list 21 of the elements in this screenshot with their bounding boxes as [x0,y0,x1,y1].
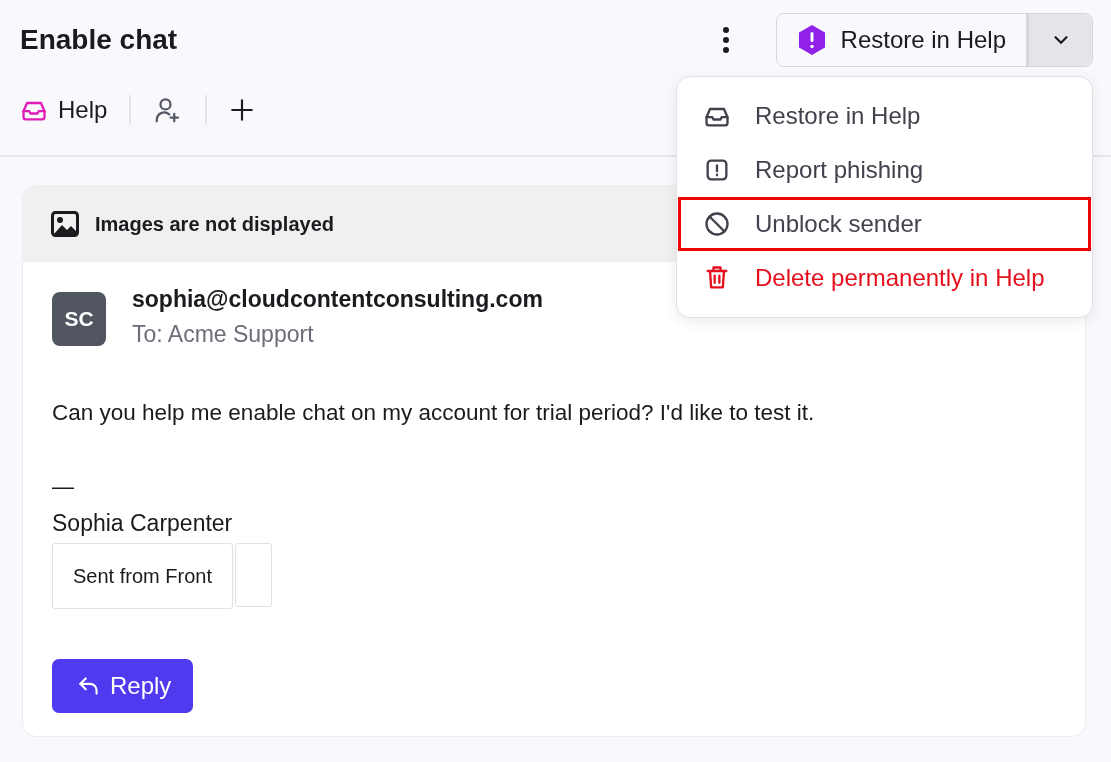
recipient-text: To: Acme Support [132,321,315,348]
sender-email: sophia@cloudcontentconsulting.com [132,286,543,313]
signature-separator: — [52,474,75,500]
banner-text: Images are not displayed [95,212,334,236]
block-icon [703,210,731,238]
conversation-title: Enable chat [20,24,179,56]
kebab-icon [721,26,730,54]
menu-item[interactable]: Unblock sender [678,197,1091,251]
alert-hexagon-icon [796,24,827,56]
avatar: SC [52,292,106,346]
empty-cell [234,543,272,607]
signature-cell: Sent from Front [52,543,233,609]
reply-button[interactable]: Reply [52,659,194,713]
menu-item[interactable]: Report phishing [678,143,1091,197]
inbox-tab[interactable]: Help [20,96,108,124]
add-icon[interactable] [229,97,256,123]
menu-item[interactable]: Restore in Help [678,89,1091,143]
image-icon [51,211,79,237]
menu-item[interactable]: Delete permanently in Help [678,251,1091,305]
signature-name: Sophia Carpenter [52,510,234,537]
message-text: Can you help me enable chat on my account for trial period? I'd like to test it. [52,400,816,426]
